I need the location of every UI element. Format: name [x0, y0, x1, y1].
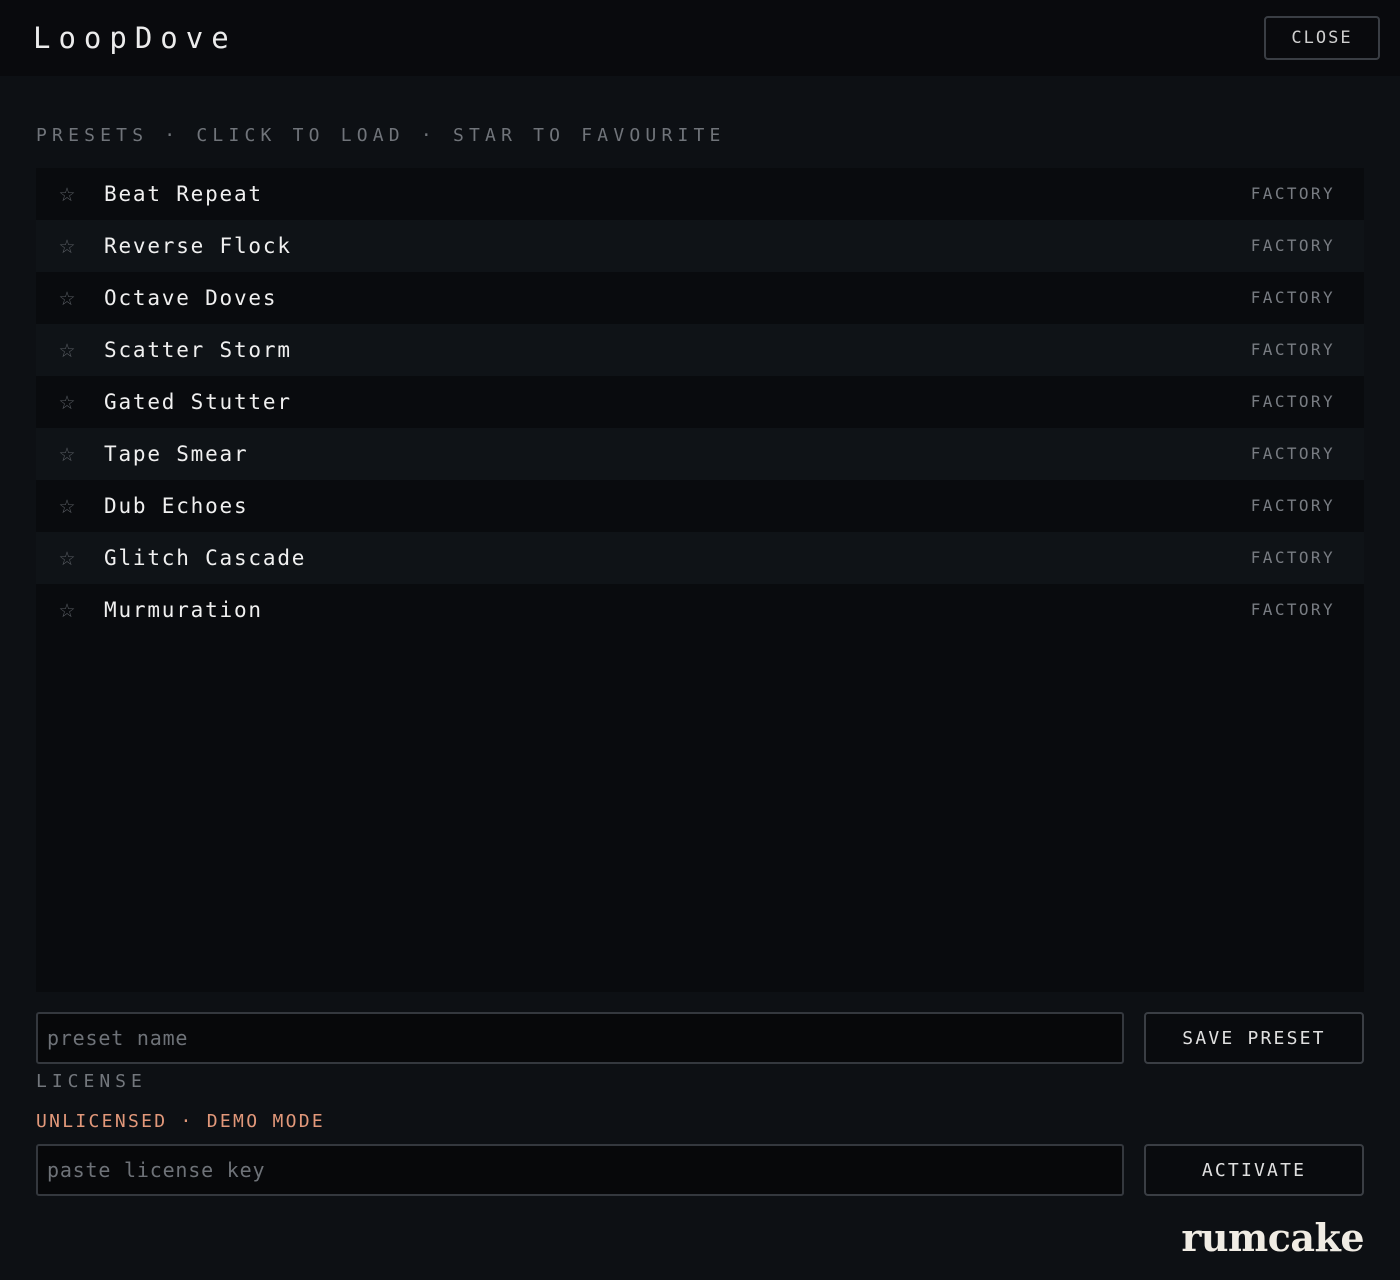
preset-name: Tape Smear: [104, 442, 249, 466]
brand-logo: rumcake: [1181, 1215, 1364, 1260]
preset-name: Murmuration: [104, 598, 263, 622]
preset-row[interactable]: ☆ Murmuration FACTORY: [36, 584, 1364, 636]
star-icon[interactable]: ☆: [56, 286, 78, 310]
preset-tag: FACTORY: [1250, 444, 1335, 463]
preset-name: Scatter Storm: [104, 338, 292, 362]
header-bar: LoopDove CLOSE: [0, 0, 1400, 76]
star-icon[interactable]: ☆: [56, 182, 78, 206]
preset-name: Dub Echoes: [104, 494, 249, 518]
preset-name: Glitch Cascade: [104, 546, 307, 570]
preset-row[interactable]: ☆ Glitch Cascade FACTORY: [36, 532, 1364, 584]
preset-tag: FACTORY: [1250, 340, 1335, 359]
preset-tag: FACTORY: [1250, 288, 1335, 307]
star-icon[interactable]: ☆: [56, 598, 78, 622]
preset-tag: FACTORY: [1250, 392, 1335, 411]
preset-row[interactable]: ☆ Scatter Storm FACTORY: [36, 324, 1364, 376]
preset-row[interactable]: ☆ Gated Stutter FACTORY: [36, 376, 1364, 428]
preset-row[interactable]: ☆ Beat Repeat FACTORY: [36, 168, 1364, 220]
preset-name: Reverse Flock: [104, 234, 292, 258]
star-icon[interactable]: ☆: [56, 442, 78, 466]
star-icon[interactable]: ☆: [56, 338, 78, 362]
star-icon[interactable]: ☆: [56, 546, 78, 570]
presets-section-label: PRESETS · CLICK TO LOAD · STAR TO FAVOUR…: [36, 125, 726, 146]
preset-name: Gated Stutter: [104, 390, 292, 414]
star-icon[interactable]: ☆: [56, 390, 78, 414]
preset-row[interactable]: ☆ Octave Doves FACTORY: [36, 272, 1364, 324]
preset-tag: FACTORY: [1250, 548, 1335, 567]
preset-list[interactable]: ☆ Beat Repeat FACTORY ☆ Reverse Flock FA…: [36, 168, 1364, 992]
license-status: UNLICENSED · DEMO MODE: [36, 1111, 326, 1132]
preset-tag: FACTORY: [1250, 496, 1335, 515]
star-icon[interactable]: ☆: [56, 494, 78, 518]
preset-name: Octave Doves: [104, 286, 278, 310]
license-label: LICENSE: [36, 1071, 147, 1092]
app-title: LoopDove: [33, 21, 237, 55]
activate-button[interactable]: ACTIVATE: [1144, 1144, 1364, 1196]
preset-tag: FACTORY: [1250, 600, 1335, 619]
license-key-input[interactable]: [36, 1144, 1124, 1196]
preset-row[interactable]: ☆ Tape Smear FACTORY: [36, 428, 1364, 480]
preset-tag: FACTORY: [1250, 236, 1335, 255]
preset-name: Beat Repeat: [104, 182, 263, 206]
save-preset-button[interactable]: SAVE PRESET: [1144, 1012, 1364, 1064]
preset-row[interactable]: ☆ Dub Echoes FACTORY: [36, 480, 1364, 532]
star-icon[interactable]: ☆: [56, 234, 78, 258]
preset-name-input[interactable]: [36, 1012, 1124, 1064]
preset-row[interactable]: ☆ Reverse Flock FACTORY: [36, 220, 1364, 272]
close-button[interactable]: CLOSE: [1264, 16, 1380, 60]
preset-tag: FACTORY: [1250, 184, 1335, 203]
